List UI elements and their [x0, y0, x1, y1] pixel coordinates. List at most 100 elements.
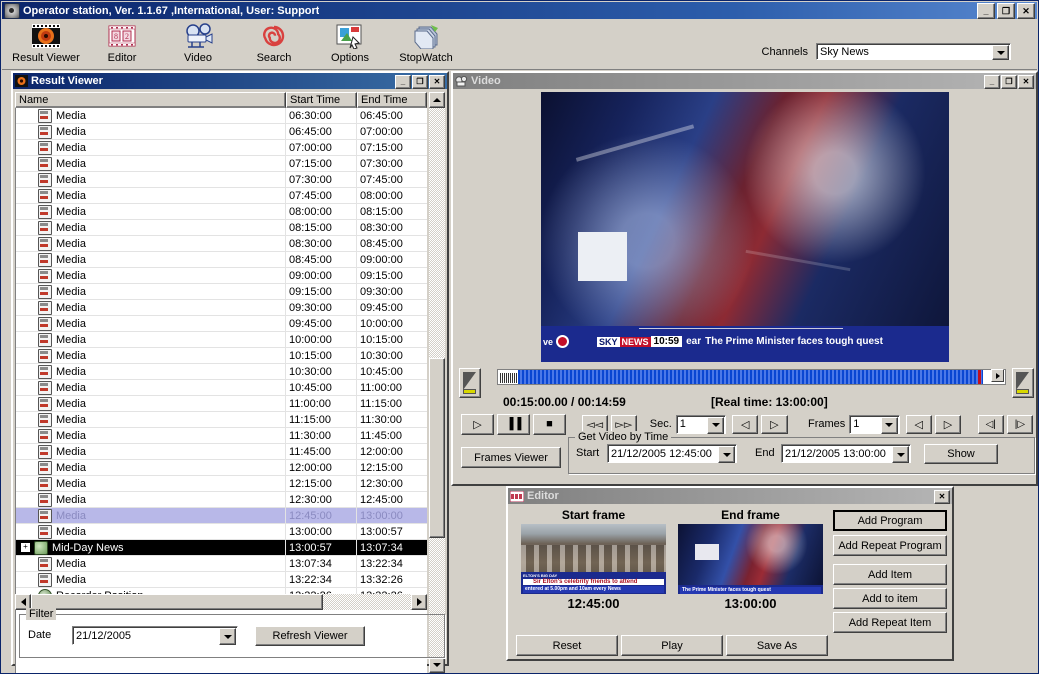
table-row[interactable]: Media 10:15:00 10:30:00 [16, 348, 427, 364]
start-datetime-combobox[interactable]: 21/12/2005 12:45:00 [607, 444, 737, 463]
seek-step-forward-button[interactable] [991, 369, 1004, 382]
start-frame-thumbnail[interactable]: ELTON'S BIG DAY Sir Elton's celebrity fr… [521, 524, 666, 594]
add-to-item-button[interactable]: Add to item [833, 588, 947, 609]
table-row[interactable]: Media 13:22:34 13:32:26 [16, 572, 427, 588]
scroll-track[interactable] [429, 108, 445, 657]
video-maximize-button[interactable]: ❐ [1001, 75, 1017, 89]
table-row[interactable]: Media 10:45:00 11:00:00 [16, 380, 427, 396]
end-datetime-combobox[interactable]: 21/12/2005 13:00:00 [781, 444, 911, 463]
table-row[interactable]: Media 07:00:00 07:15:00 [16, 140, 427, 156]
column-header-end-time[interactable]: End Time [357, 92, 427, 108]
toolbar-button-stopwatch[interactable]: StopWatch [388, 21, 464, 64]
table-row[interactable]: Media 12:00:00 12:15:00 [16, 460, 427, 476]
video-frame-image [541, 92, 949, 362]
toolbar-button-options[interactable]: Options [312, 21, 388, 64]
jump-end-button[interactable]: |▷ [1006, 414, 1034, 434]
close-button[interactable]: ✕ [1017, 3, 1035, 19]
table-row[interactable]: Media 12:30:00 12:45:00 [16, 492, 427, 508]
scroll-down-button[interactable] [429, 657, 445, 673]
video-display[interactable]: ve SKY NEWS 10:59 ear The Prime Minister… [541, 92, 949, 362]
video-minimize-button[interactable]: _ [984, 75, 1000, 89]
table-row[interactable]: Media 08:00:00 08:15:00 [16, 204, 427, 220]
table-row[interactable]: Media 09:00:00 09:15:00 [16, 268, 427, 284]
table-row[interactable]: Media 06:30:00 06:45:00 [16, 108, 427, 124]
frames-viewer-button[interactable]: Frames Viewer [461, 447, 561, 468]
reset-button[interactable]: Reset [516, 635, 618, 656]
result-viewer-horizontal-scrollbar[interactable] [15, 594, 427, 610]
end-frame-thumbnail[interactable]: The Prime Minister faces tough quest [678, 524, 823, 594]
table-row[interactable]: Media 08:45:00 09:00:00 [16, 252, 427, 268]
table-row[interactable]: Media 13:07:34 13:22:34 [16, 556, 427, 572]
table-row[interactable]: Media 13:00:00 13:00:57 [16, 524, 427, 540]
frames-forward-button[interactable]: ▷ [934, 414, 962, 434]
show-button[interactable]: Show [924, 444, 998, 464]
table-row[interactable]: Media 08:15:00 08:30:00 [16, 220, 427, 236]
jump-start-button[interactable]: ◁| [977, 414, 1004, 434]
pause-button[interactable]: ▐▐ [496, 413, 530, 435]
table-row[interactable]: Media 11:45:00 12:00:00 [16, 444, 427, 460]
toolbar-button-result-viewer[interactable]: Result Viewer [8, 21, 84, 64]
column-header-name[interactable]: Name [15, 92, 286, 108]
result-viewer-vertical-scrollbar[interactable] [429, 92, 445, 673]
table-row[interactable]: Media 12:45:00 13:00:00 [16, 508, 427, 524]
table-row[interactable]: Media 09:30:00 09:45:00 [16, 300, 427, 316]
chevron-down-icon[interactable] [892, 446, 909, 463]
video-seek-bar[interactable] [497, 369, 1006, 385]
table-row[interactable]: Media 09:15:00 09:30:00 [16, 284, 427, 300]
table-row[interactable]: Media 07:15:00 07:30:00 [16, 156, 427, 172]
channel-combobox[interactable]: Sky News [816, 43, 1011, 60]
save-as-button[interactable]: Save As [726, 635, 828, 656]
chevron-down-icon[interactable] [707, 416, 725, 434]
chevron-down-icon[interactable] [880, 416, 898, 434]
column-header-start-time[interactable]: Start Time [286, 92, 357, 108]
result-viewer-minimize-button[interactable]: _ [395, 75, 411, 89]
video-close-button[interactable]: ✕ [1018, 75, 1034, 89]
table-row[interactable]: Media 09:45:00 10:00:00 [16, 316, 427, 332]
filter-date-combobox[interactable]: 21/12/2005 [72, 626, 238, 645]
play-button[interactable]: ▷ [461, 413, 494, 435]
table-row[interactable]: Media 10:30:00 10:45:00 [16, 364, 427, 380]
add-repeat-program-button[interactable]: Add Repeat Program [833, 535, 947, 556]
table-row[interactable]: Media 07:45:00 08:00:00 [16, 188, 427, 204]
restore-button[interactable]: ❐ [997, 3, 1015, 19]
table-row[interactable]: Media 11:30:00 11:45:00 [16, 428, 427, 444]
hscroll-thumb[interactable] [31, 594, 323, 610]
add-item-button[interactable]: Add Item [833, 564, 947, 585]
table-row[interactable]: Media 11:00:00 11:15:00 [16, 396, 427, 412]
frames-back-button[interactable]: ◁ [905, 414, 932, 434]
toolbar-button-search[interactable]: Search [236, 21, 312, 64]
result-viewer-list[interactable]: Media 06:30:00 06:45:00 Media 06:45:00 07:00:… [15, 108, 427, 673]
sec-combobox[interactable]: 1 [675, 414, 727, 434]
toolbar-button-editor[interactable]: 8 2 Editor [84, 21, 160, 64]
sec-forward-button[interactable]: ▷ [761, 414, 788, 434]
toolbar-button-video[interactable]: Video [160, 21, 236, 64]
add-program-button[interactable]: Add Program [833, 510, 947, 531]
scroll-up-button[interactable] [429, 92, 445, 108]
table-row[interactable]: Media 11:15:00 11:30:00 [16, 412, 427, 428]
play-button-editor[interactable]: Play [621, 635, 723, 656]
table-row[interactable]: Media 08:30:00 08:45:00 [16, 236, 427, 252]
chevron-down-icon[interactable] [992, 45, 1009, 60]
seek-right-handle[interactable] [1012, 368, 1034, 398]
chevron-down-icon[interactable] [718, 446, 735, 463]
expand-icon[interactable]: + [20, 542, 31, 553]
chevron-down-icon[interactable] [219, 628, 236, 645]
result-viewer-close-button[interactable]: ✕ [429, 75, 445, 89]
add-repeat-item-button[interactable]: Add Repeat Item [833, 612, 947, 633]
minimize-button[interactable]: _ [977, 3, 995, 19]
table-row[interactable]: Media 06:45:00 07:00:00 [16, 124, 427, 140]
scroll-right-button[interactable] [411, 594, 427, 610]
hscroll-track[interactable] [31, 594, 411, 610]
table-row[interactable]: Media 12:15:00 12:30:00 [16, 476, 427, 492]
refresh-viewer-button[interactable]: Refresh Viewer [255, 626, 365, 646]
table-row[interactable]: Media 10:00:00 10:15:00 [16, 332, 427, 348]
stop-button[interactable]: ■ [532, 413, 566, 435]
result-viewer-maximize-button[interactable]: ❐ [412, 75, 428, 89]
scroll-thumb[interactable] [429, 358, 445, 538]
editor-close-button[interactable]: ✕ [934, 490, 950, 504]
table-row[interactable]: + Mid-Day News 13:00:57 13:07:34 [16, 540, 427, 556]
seek-left-handle[interactable] [459, 368, 481, 398]
frames-combobox[interactable]: 1 [849, 414, 900, 434]
table-row[interactable]: Media 07:30:00 07:45:00 [16, 172, 427, 188]
sec-back-button[interactable]: ◁ [732, 414, 759, 434]
